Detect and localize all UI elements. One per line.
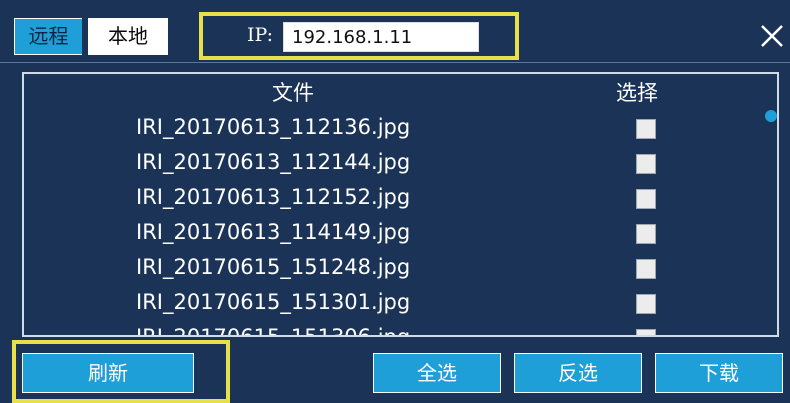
tab-local[interactable]: 本地	[88, 18, 168, 55]
file-name: IRI_20170613_112152.jpg	[136, 185, 411, 209]
select-checkbox[interactable]	[636, 119, 656, 139]
select-checkbox[interactable]	[636, 329, 656, 335]
file-row[interactable]: IRI_20170615_151306.jpg	[24, 320, 764, 337]
file-name: IRI_20170613_112136.jpg	[136, 115, 411, 139]
file-name: IRI_20170615_151306.jpg	[136, 325, 411, 337]
ip-label: IP:	[247, 24, 274, 46]
file-row[interactable]: IRI_20170615_151301.jpg	[24, 285, 764, 320]
close-icon[interactable]	[758, 22, 786, 50]
ip-highlight-box: IP:	[199, 12, 519, 60]
tab-remote[interactable]: 远程	[14, 18, 82, 55]
file-row[interactable]: IRI_20170613_112144.jpg	[24, 145, 764, 180]
download-button[interactable]: 下载	[655, 353, 783, 393]
select-checkbox[interactable]	[636, 189, 656, 209]
select-checkbox[interactable]	[636, 224, 656, 244]
file-row[interactable]: IRI_20170615_151248.jpg	[24, 250, 764, 285]
file-name: IRI_20170613_112144.jpg	[136, 150, 411, 174]
file-row[interactable]: IRI_20170613_114149.jpg	[24, 215, 764, 250]
file-list: 文件 选择 IRI_20170613_112136.jpg IRI_201706…	[22, 72, 779, 337]
column-header-file: 文件	[272, 81, 314, 105]
refresh-button[interactable]: 刷新	[22, 353, 194, 393]
invert-selection-button[interactable]: 反选	[514, 353, 642, 393]
file-row[interactable]: IRI_20170613_112152.jpg	[24, 180, 764, 215]
scroll-indicator-icon[interactable]	[765, 110, 777, 122]
divider	[0, 62, 790, 63]
select-checkbox[interactable]	[636, 259, 656, 279]
select-all-button[interactable]: 全选	[373, 353, 501, 393]
column-header-select: 选择	[616, 81, 658, 105]
ip-input[interactable]	[283, 22, 479, 52]
file-name: IRI_20170615_151248.jpg	[136, 255, 411, 279]
select-checkbox[interactable]	[636, 294, 656, 314]
file-row[interactable]: IRI_20170613_112136.jpg	[24, 110, 764, 145]
select-checkbox[interactable]	[636, 154, 656, 174]
file-transfer-window: 远程 本地 IP: 文件 选择 IRI_20170613_112136.jpg …	[0, 0, 790, 403]
file-name: IRI_20170613_114149.jpg	[136, 220, 411, 244]
file-name: IRI_20170615_151301.jpg	[136, 290, 411, 314]
